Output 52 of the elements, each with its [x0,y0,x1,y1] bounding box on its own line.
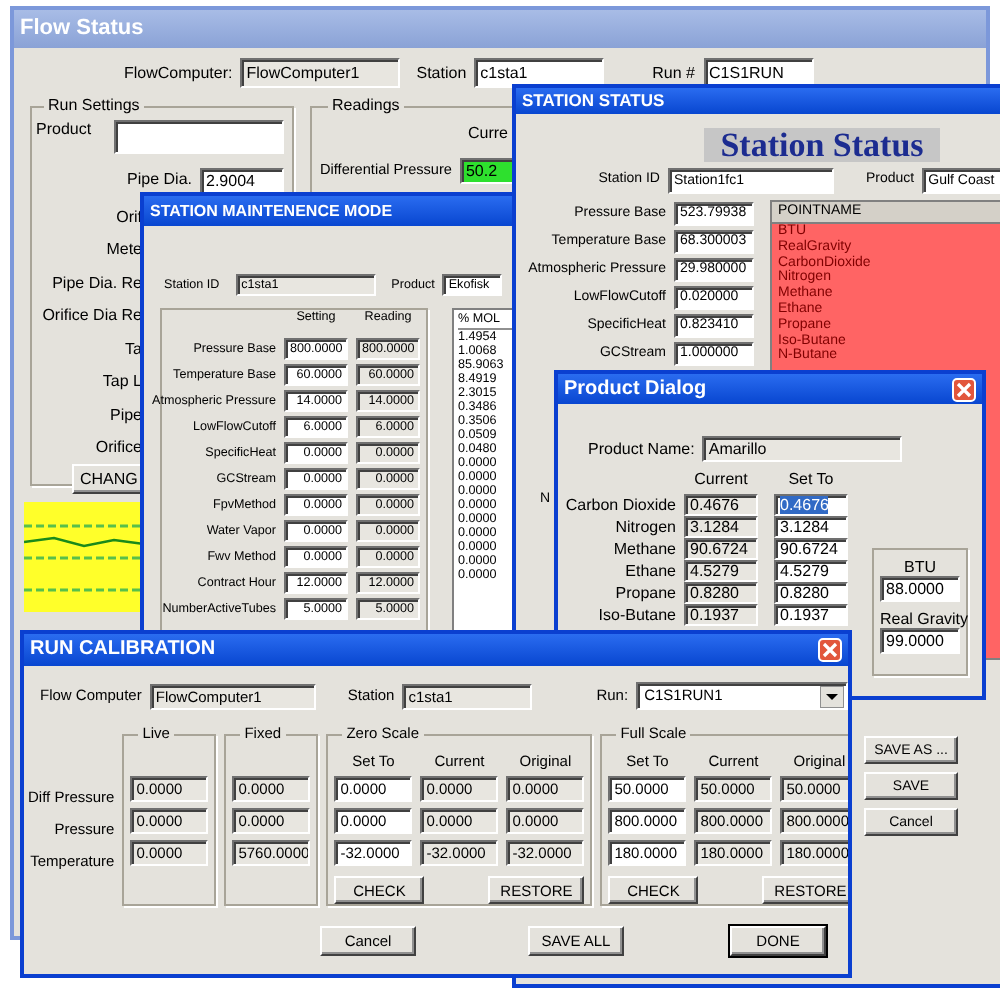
field-label: Pipe Dia. [127,170,192,190]
column-header: Current [692,470,750,492]
field-label: BTU [902,556,938,577]
field-label: FlowComputer: [124,63,233,83]
group-title: Readings [328,96,404,116]
input-field[interactable]: 2.9004 [200,167,284,193]
input-field[interactable]: 3.1284 [684,516,758,538]
field-label: Orifice [95,438,142,457]
field-label: Methane [613,539,676,559]
field-label: Mete [106,240,142,259]
close-icon[interactable] [818,638,842,662]
input-field[interactable]: 88.0000 [880,576,960,603]
field-label: Pipe [109,405,142,424]
input-field[interactable]: c1sta1 [474,58,605,88]
field-label: Orif [116,207,142,226]
field-label: Product [36,120,92,142]
input-field[interactable]: 4.5279 [684,560,758,582]
input-field[interactable]: 0.4676 [774,494,848,516]
group-title: Run Settings [44,96,144,116]
input-field[interactable]: 0.8280 [684,582,758,604]
field-label: Curre [467,124,508,143]
field-label: Product Name: [588,439,695,459]
input-field[interactable] [114,120,284,154]
field-label: Tap L [102,372,142,391]
field-label: Nitrogen [615,517,676,537]
input-field[interactable]: 4.5279 [774,560,848,582]
input-field[interactable]: 90.6724 [774,538,848,560]
input-field[interactable]: 90.6724 [684,538,758,560]
input-field[interactable]: 3.1284 [774,516,848,538]
window-title: STATION STATUS [522,91,665,111]
input-field[interactable]: 0.8280 [774,582,848,604]
close-icon[interactable] [952,377,976,401]
input-field[interactable]: 0.1937 [684,604,758,626]
field-label: Iso-Butane [598,605,676,625]
field-label: Run # [652,63,696,83]
input-field[interactable]: 0.4676 [684,494,758,516]
input-field[interactable]: FlowComputer1 [240,58,401,88]
input-field[interactable]: 0.1937 [774,604,848,626]
window-title: Flow Status [20,16,144,42]
field-label: Carbon Dioxide [565,495,676,515]
caret-icon[interactable] [820,685,844,707]
input-field[interactable]: Amarillo [702,436,903,462]
input-field[interactable]: 99.0000 [880,628,960,655]
column-header: Set To [786,470,836,492]
window-title: Product Dialog [564,377,707,401]
field-label: Propane [615,583,676,603]
heading: Station Status [704,128,940,162]
field-label: Station [416,63,467,83]
field-label: Ethane [625,561,676,581]
trend-chart-drawing [24,502,144,612]
window-title: RUN CALIBRATION [30,638,216,662]
window-title: STATION MAINTENENCE MODE [150,201,393,221]
